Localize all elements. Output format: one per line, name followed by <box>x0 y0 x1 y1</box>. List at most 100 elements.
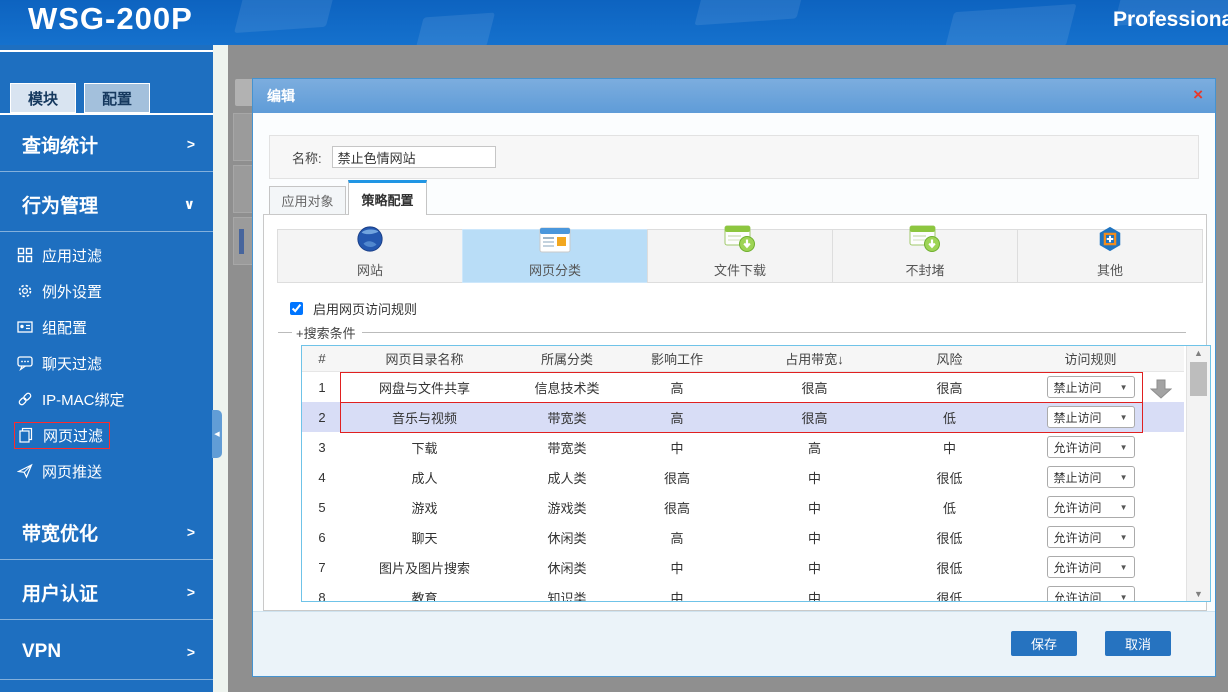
sidebar-item-group-config[interactable]: 组配置 <box>0 309 213 345</box>
sidebar-item-chat-filter[interactable]: 聊天过滤 <box>0 345 213 381</box>
access-rule-value: 允许访问 <box>1054 439 1102 456</box>
table-cell: 禁止访问▼ <box>997 402 1184 432</box>
sidebar-section-behavior-mgmt[interactable]: 行为管理 ∨ <box>0 177 213 232</box>
edit-dialog: 编辑 × 名称: 应用对象 策略配置 网站 网页分类 文件下载 <box>252 78 1216 677</box>
sidebar-item-app-filter[interactable]: 应用过滤 <box>0 237 213 273</box>
icon-tab-other[interactable]: 其他 <box>1017 229 1203 283</box>
tab-application-object[interactable]: 应用对象 <box>269 186 346 215</box>
table-cell: 知识类 <box>507 582 627 602</box>
access-rule-dropdown[interactable]: 允许访问▼ <box>1047 496 1135 518</box>
enable-rule-checkbox[interactable] <box>290 302 303 315</box>
table-row[interactable]: 4成人成人类很高中很低禁止访问▼ <box>302 462 1184 492</box>
column-header[interactable]: 影响工作 <box>627 346 727 371</box>
table-cell: 带宽类 <box>507 402 627 432</box>
table-cell: 很低 <box>902 582 997 602</box>
column-header[interactable]: 占用带宽↓ <box>727 346 902 371</box>
chevron-down-icon: ▼ <box>1120 383 1128 392</box>
sidebar-section-vpn[interactable]: VPN > <box>0 625 213 680</box>
access-rule-dropdown[interactable]: 禁止访问▼ <box>1047 466 1135 488</box>
icon-tab-file-download[interactable]: 文件下载 <box>647 229 833 283</box>
icon-tab-label: 网站 <box>357 260 383 279</box>
chevron-down-icon: ▼ <box>1120 593 1128 602</box>
table-cell: 成人类 <box>507 462 627 492</box>
search-condition-label: +搜索条件 <box>296 323 356 342</box>
icon-tab-web-category[interactable]: 网页分类 <box>462 229 648 283</box>
access-rule-dropdown[interactable]: 允许访问▼ <box>1047 586 1135 602</box>
table-cell: 7 <box>302 552 342 582</box>
grid-icon <box>16 246 34 264</box>
sidebar-submenu: 应用过滤 例外设置 组配置 聊天过滤 IP-MAC绑定 网页过滤 网页推送 <box>0 237 213 489</box>
table-cell: 很高 <box>727 372 902 402</box>
chevron-down-icon: ▼ <box>1120 503 1128 512</box>
icon-tab-label: 网页分类 <box>529 260 581 279</box>
chevron-right-icon: > <box>187 644 195 660</box>
cancel-button[interactable]: 取消 <box>1105 631 1171 656</box>
table-cell: 8 <box>302 582 342 602</box>
column-header[interactable]: 所属分类 <box>507 346 627 371</box>
table-row[interactable]: 2音乐与视频带宽类高很高低禁止访问▼ <box>302 402 1184 432</box>
column-header[interactable]: 访问规则 <box>997 346 1184 371</box>
table-cell: 成人 <box>342 462 507 492</box>
menu-item-label: 组配置 <box>42 317 87 338</box>
access-rule-value: 允许访问 <box>1054 529 1102 546</box>
scroll-down-icon[interactable]: ▼ <box>1187 589 1210 599</box>
table-row[interactable]: 6聊天休闲类高中很低允许访问▼ <box>302 522 1184 552</box>
table-cell: 休闲类 <box>507 522 627 552</box>
sidebar-section-query-stats[interactable]: 查询统计 > <box>0 117 213 172</box>
access-rule-dropdown[interactable]: 禁止访问▼ <box>1047 376 1135 398</box>
close-icon[interactable]: × <box>1193 85 1203 105</box>
table-cell: 很高 <box>627 462 727 492</box>
sidebar-item-ip-mac-binding[interactable]: IP-MAC绑定 <box>0 381 213 417</box>
name-input[interactable] <box>332 146 496 168</box>
save-button[interactable]: 保存 <box>1011 631 1077 656</box>
move-down-arrow-icon[interactable] <box>1150 379 1172 404</box>
sidebar-collapse-handle[interactable]: ◀ <box>212 410 222 458</box>
table-cell: 很高 <box>727 402 902 432</box>
table-cell: 很高 <box>627 492 727 522</box>
sidebar-tab-config[interactable]: 配置 <box>84 83 150 113</box>
table-cell: 网盘与文件共享 <box>342 372 507 402</box>
search-condition-legend[interactable]: +搜索条件 <box>278 323 1186 342</box>
chevron-down-icon: ▼ <box>1120 443 1128 452</box>
column-header[interactable]: 风险 <box>902 346 997 371</box>
access-rule-dropdown[interactable]: 允许访问 ▼ <box>1047 436 1135 458</box>
access-rule-dropdown[interactable]: 允许访问▼ <box>1047 526 1135 548</box>
document-icon <box>17 426 35 444</box>
table-row[interactable]: 5游戏游戏类很高中低允许访问▼ <box>302 492 1184 522</box>
divider <box>278 332 292 333</box>
table-cell: 中 <box>902 432 997 462</box>
scrollbar-thumb[interactable] <box>1190 362 1207 396</box>
scroll-up-icon[interactable]: ▲ <box>1187 348 1210 358</box>
table-row[interactable]: 7图片及图片搜索休闲类中中很低允许访问▼ <box>302 552 1184 582</box>
sidebar-item-web-filter[interactable]: 网页过滤 <box>0 417 213 453</box>
table-row[interactable]: 1网盘与文件共享信息技术类高很高很高禁止访问▼ <box>302 372 1184 402</box>
table-cell: 中 <box>627 552 727 582</box>
access-rule-dropdown[interactable]: 禁止访问▼ <box>1047 406 1135 428</box>
tab-policy-config[interactable]: 策略配置 <box>348 180 427 215</box>
sidebar-section-partial <box>0 685 213 692</box>
sidebar-item-web-push[interactable]: 网页推送 <box>0 453 213 489</box>
sidebar-item-exception-settings[interactable]: 例外设置 <box>0 273 213 309</box>
icon-tab-no-block[interactable]: 不封堵 <box>832 229 1018 283</box>
sidebar-section-user-auth[interactable]: 用户认证 > <box>0 565 213 620</box>
menu-item-label: 网页过滤 <box>43 425 103 446</box>
table-cell: 带宽类 <box>507 432 627 462</box>
table-row[interactable]: 8教育知识类中中很低允许访问▼ <box>302 582 1184 602</box>
table-cell: 中 <box>727 492 902 522</box>
app-window: WSG-200P Professional 模块 配置 查询统计 > 行为管理 … <box>0 0 1228 692</box>
access-rule-dropdown[interactable]: 允许访问▼ <box>1047 556 1135 578</box>
table-cell: 低 <box>902 492 997 522</box>
icon-tab-website[interactable]: 网站 <box>277 229 463 283</box>
table-cell: 高 <box>727 432 902 462</box>
table-scrollbar: ▲ ▼ <box>1186 346 1210 601</box>
column-header[interactable]: # <box>302 346 342 371</box>
table-row[interactable]: 3下载带宽类中高中允许访问▼ <box>302 432 1184 462</box>
sidebar-tab-module[interactable]: 模块 <box>10 83 76 113</box>
tab-label: 应用对象 <box>281 191 333 210</box>
section-label: 查询统计 <box>22 131 98 158</box>
column-header[interactable]: 网页目录名称 <box>342 346 507 371</box>
table-cell: 低 <box>902 402 997 432</box>
table-cell: 中 <box>727 462 902 492</box>
sidebar-section-bandwidth-opt[interactable]: 带宽优化 > <box>0 505 213 560</box>
table-cell: 信息技术类 <box>507 372 627 402</box>
